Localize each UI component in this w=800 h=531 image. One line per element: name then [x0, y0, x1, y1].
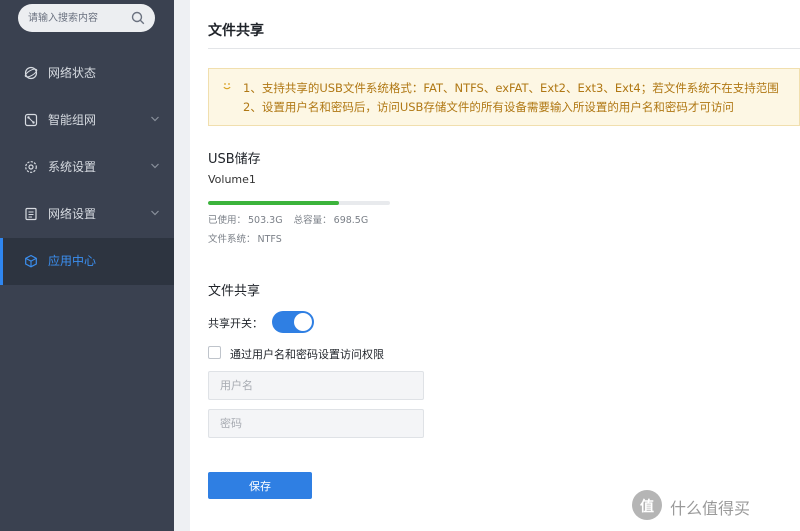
usb-section-title: USB储存 — [208, 152, 261, 167]
capacity-stats: 已使用： 503.3G 总容量： 698.5G — [208, 212, 370, 226]
smile-icon — [223, 83, 231, 90]
filesystem-stats: 文件系统： NTFS — [208, 231, 284, 245]
storage-progress-bar — [208, 201, 390, 205]
main-panel: 文件共享 1、支持共享的USB文件系统格式：FAT、NTFS、exFAT、Ext… — [190, 0, 800, 531]
total-label: 总容量： — [293, 215, 332, 226]
notice-line-2: 2、设置用户名和密码后，访问USB存储文件的所有设备需要输入所设置的用户名和密码… — [243, 100, 734, 114]
sidebar-item-network-status[interactable]: 网络状态 — [0, 50, 174, 97]
notice-banner: 1、支持共享的USB文件系统格式：FAT、NTFS、exFAT、Ext2、Ext… — [208, 68, 800, 126]
globe-icon — [24, 66, 38, 80]
toggle-knob — [294, 313, 312, 331]
sidebar-item-label: 智能组网 — [48, 113, 97, 127]
document-icon — [25, 207, 37, 221]
sidebar-item-label: 应用中心 — [48, 254, 97, 268]
sidebar: 网络状态 智能组网 系统设置 网络设置 — [0, 0, 174, 531]
used-value: 503.3G — [248, 215, 283, 226]
chevron-down-icon — [151, 210, 159, 216]
sidebar-item-network-settings[interactable]: 网络设置 — [0, 191, 174, 238]
network-icon — [24, 113, 38, 127]
sidebar-item-smart-mesh[interactable]: 智能组网 — [0, 97, 174, 144]
sidebar-item-label: 系统设置 — [48, 160, 97, 174]
page-title: 文件共享 — [208, 23, 264, 39]
auth-checkbox-label: 通过用户名和密码设置访问权限 — [230, 348, 384, 361]
auth-checkbox[interactable] — [208, 346, 221, 359]
watermark-logo: 值 什么值得买 — [632, 490, 792, 520]
share-switch-label: 共享开关： — [208, 317, 263, 330]
chevron-down-icon — [151, 116, 159, 122]
storage-progress-fill — [208, 201, 340, 205]
divider — [208, 48, 800, 49]
sidebar-item-app-center[interactable]: 应用中心 — [0, 238, 174, 285]
notice-line-1: 1、支持共享的USB文件系统格式：FAT、NTFS、exFAT、Ext2、Ext… — [243, 81, 779, 95]
password-field[interactable] — [208, 409, 424, 438]
fs-value: NTFS — [257, 234, 282, 245]
gear-icon — [25, 161, 37, 173]
search-icon[interactable] — [131, 11, 145, 25]
fs-label: 文件系统： — [208, 234, 256, 245]
share-section-title: 文件共享 — [208, 284, 261, 299]
sidebar-item-label: 网络状态 — [48, 66, 97, 80]
total-value: 698.5G — [333, 215, 369, 226]
search-input[interactable] — [28, 4, 128, 32]
sidebar-item-system-settings[interactable]: 系统设置 — [0, 144, 174, 191]
watermark-badge: 值 — [632, 490, 662, 520]
used-label: 已使用： — [208, 215, 247, 226]
volume-name: Volume1 — [208, 173, 256, 186]
sidebar-item-label: 网络设置 — [48, 207, 97, 221]
share-toggle[interactable] — [272, 311, 314, 333]
save-button[interactable]: 保存 — [208, 472, 312, 499]
chevron-down-icon — [151, 163, 159, 169]
watermark-text: 什么值得买 — [670, 499, 751, 518]
cube-icon — [25, 254, 37, 268]
username-field[interactable] — [208, 371, 424, 400]
search-box[interactable] — [18, 4, 155, 32]
